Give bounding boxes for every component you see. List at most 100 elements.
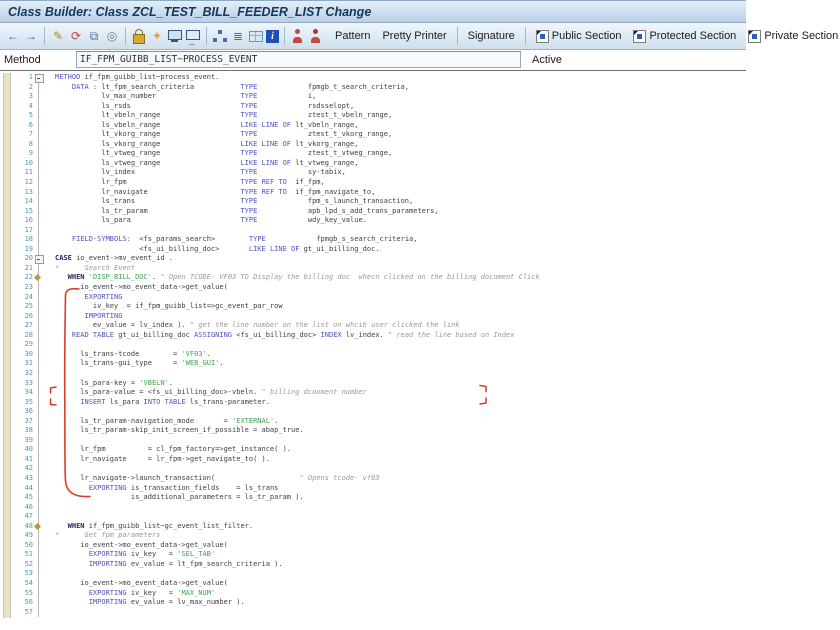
code-line[interactable]: 43 lr_navigate->launch_transaction( " Op… [0, 474, 746, 484]
activate-icon[interactable]: ✦ [149, 28, 165, 44]
code-line[interactable]: 51 EXPORTING iv_key = 'SEL_TAB' [0, 550, 746, 560]
code-line[interactable]: 50 io_event->mo_event_data->get_value( [0, 541, 746, 551]
code-line[interactable]: 48 WHEN if_fpm_guibb_list~gc_event_list_… [0, 522, 746, 532]
code-line[interactable]: 54 io_event->mo_event_data->get_value( [0, 579, 746, 589]
code-line[interactable]: 55 EXPORTING iv_key = 'MAX_NUM' [0, 589, 746, 599]
code-line[interactable]: 26 IMPORTING [0, 312, 746, 322]
code-line[interactable]: 24 EXPORTING [0, 293, 746, 303]
code-line[interactable]: 29 [0, 340, 746, 350]
code-line[interactable]: 6 ls_vbeln_range LIKE LINE OF lt_vbeln_r… [0, 121, 746, 131]
code-line[interactable]: 5 lt_vbeln_range TYPE ztest_t_vbeln_rang… [0, 111, 746, 121]
sort-icon[interactable]: ≣ [230, 28, 246, 44]
code-line[interactable]: 11 lv_index TYPE sy-tabix, [0, 168, 746, 178]
code-line[interactable]: 1 METHOD if_fpm_guibb_list~process_event. [0, 73, 746, 83]
code-line[interactable]: 36 [0, 407, 746, 417]
code-line[interactable]: 22 WHEN 'DISP_BILL_DOC'. " Open TCODE- V… [0, 273, 746, 283]
code-line[interactable]: 10 ls_vtweg_range LIKE LINE OF lt_vtweg_… [0, 159, 746, 169]
code-line[interactable]: 20 CASE io_event->mv_event_id . [0, 254, 746, 265]
fold-column [33, 149, 55, 159]
method-name-input[interactable]: IF_FPM_GUIBB_LIST~PROCESS_EVENT [76, 51, 521, 68]
where-used-icon[interactable] [290, 28, 306, 44]
fold-column [33, 73, 55, 83]
code-line[interactable]: 34 ls_para-value = <fs_ui_billing_doc>-v… [0, 388, 746, 398]
code-line[interactable]: 57 [0, 608, 746, 618]
code-line[interactable]: 7 lt_vkorg_range TYPE ztest_t_vkorg_rang… [0, 130, 746, 140]
code-line[interactable]: 38 ls_tr_param-skip_init_screen_if_possi… [0, 426, 746, 436]
fold-column [33, 455, 55, 465]
code-line[interactable]: 56 IMPORTING ev_value = lv_max_number ). [0, 598, 746, 608]
protected-section-button[interactable]: Protected Section [628, 29, 741, 44]
code-line[interactable]: 30 ls_trans-tcode = 'VF03'. [0, 350, 746, 360]
info-icon[interactable]: i [266, 30, 279, 43]
code-line[interactable]: 9 lt_vtweg_range TYPE ztest_t_vtweg_rang… [0, 149, 746, 159]
code-line[interactable]: 39 [0, 436, 746, 446]
hierarchy-icon[interactable] [212, 28, 228, 44]
code-text: ls_para-value = <fs_ui_billing_doc>-vbel… [55, 388, 367, 397]
code-line[interactable]: 37 ls_tr_param-navigation_mode = 'EXTERN… [0, 417, 746, 427]
pattern-button[interactable]: Pattern [330, 29, 375, 43]
display-change-icon[interactable]: ✎ [50, 28, 66, 44]
code-line[interactable]: 19 <fs_ui_billing_doc> LIKE LINE OF gt_u… [0, 245, 746, 255]
code-text: lt_vbeln_range TYPE ztest_t_vbeln_range, [55, 111, 393, 120]
fold-column [33, 464, 55, 474]
code-line[interactable]: 40 lr_fpm = cl_fpm_factory=>get_instance… [0, 445, 746, 455]
code-line[interactable]: 32 [0, 369, 746, 379]
back-icon[interactable]: ← [5, 28, 21, 44]
code-line[interactable]: 42 [0, 464, 746, 474]
table-icon[interactable] [248, 28, 264, 44]
code-line[interactable]: 28 READ TABLE gt_ui_billing_doc ASSIGNIN… [0, 331, 746, 341]
code-text: iv_key = if_fpm_guibb_list=>gc_event_par… [55, 302, 283, 311]
public-section-button[interactable]: Public Section [531, 29, 627, 44]
fold-column [33, 484, 55, 494]
code-line[interactable]: 27 ev_value = lv_index ). " get the line… [0, 321, 746, 331]
fold-column [33, 541, 55, 551]
code-line[interactable]: 41 lr_navigate = lr_fpm->get_navigate_to… [0, 455, 746, 465]
code-line[interactable]: 45 is_additional_parameters = ls_tr_para… [0, 493, 746, 503]
code-line[interactable]: 33 ls_para-key = 'VBELN'. [0, 379, 746, 389]
code-line[interactable]: 53 [0, 569, 746, 579]
code-line[interactable]: 4 ls_rsds TYPE rsdsselopt, [0, 102, 746, 112]
code-line[interactable]: 44 EXPORTING is_transaction_fields = ls_… [0, 484, 746, 494]
code-editor[interactable]: 1 METHOD if_fpm_guibb_list~process_event.… [0, 71, 746, 630]
refresh-icon[interactable]: ⟳ [68, 28, 84, 44]
navigate-icon[interactable] [185, 28, 201, 52]
code-line[interactable]: 16 ls_para TYPE wdy_key_value. [0, 216, 746, 226]
copy-icon[interactable]: ⧉ [86, 28, 102, 44]
code-line[interactable]: 49 * Get fpm parameters [0, 531, 746, 541]
code-line[interactable]: 13 lr_navigate TYPE REF TO if_fpm_naviga… [0, 188, 746, 198]
code-line[interactable]: 21 * Search Event [0, 264, 746, 274]
section-icon [535, 29, 549, 43]
other-object-icon[interactable]: ◎ [104, 28, 120, 44]
code-line[interactable]: 35 INSERT ls_para INTO TABLE ls_trans-pa… [0, 398, 746, 408]
fold-column [33, 92, 55, 102]
code-text: ls_trans-tcode = 'VF03'. [55, 349, 211, 358]
fold-column [33, 188, 55, 198]
code-text: ev_value = lv_index ). " get the line nu… [55, 321, 460, 330]
code-line[interactable]: 52 IMPORTING ev_value = lt_fpm_search_cr… [0, 560, 746, 570]
code-line[interactable]: 3 lv_max_number TYPE i, [0, 92, 746, 102]
code-line[interactable]: 14 ls_trans TYPE fpm_s_launch_transactio… [0, 197, 746, 207]
private-section-button[interactable]: Private Section [743, 29, 840, 44]
forward-icon[interactable]: → [23, 28, 39, 44]
code-line[interactable]: 17 [0, 226, 746, 236]
code-line[interactable]: 25 iv_key = if_fpm_guibb_list=>gc_event_… [0, 302, 746, 312]
code-line[interactable]: 23 io_event->mo_event_data->get_value( [0, 283, 746, 293]
code-line[interactable]: 47 [0, 512, 746, 522]
code-line[interactable]: 12 lr_fpm TYPE REF TO if_fpm, [0, 178, 746, 188]
test-icon[interactable] [167, 28, 183, 44]
fold-column [33, 197, 55, 207]
signature-button[interactable]: Signature [463, 29, 520, 43]
code-line[interactable]: 31 ls_trans-gui_type = 'WEB_GUI'. [0, 359, 746, 369]
code-line[interactable]: 8 ls_vkorg_range LIKE LINE OF lt_vkorg_r… [0, 140, 746, 150]
code-text: READ TABLE gt_ui_billing_doc ASSIGNING <… [71, 330, 515, 339]
fold-column [33, 293, 55, 303]
code-line[interactable]: 2 DATA : lt_fpm_search_criteria TYPE fpm… [0, 83, 746, 93]
code-lines: 1 METHOD if_fpm_guibb_list~process_event.… [0, 73, 746, 617]
pretty-printer-button[interactable]: Pretty Printer [377, 29, 451, 43]
assignments-icon[interactable] [308, 28, 324, 44]
lock-icon[interactable] [131, 28, 147, 44]
code-line[interactable]: 15 ls_tr_param TYPE apb_lpd_s_add_trans_… [0, 207, 746, 217]
code-line[interactable]: 18 FIELD-SYMBOLS: <fs_params_search> TYP… [0, 235, 746, 245]
code-line[interactable]: 46 [0, 503, 746, 513]
fold-column [33, 445, 55, 455]
